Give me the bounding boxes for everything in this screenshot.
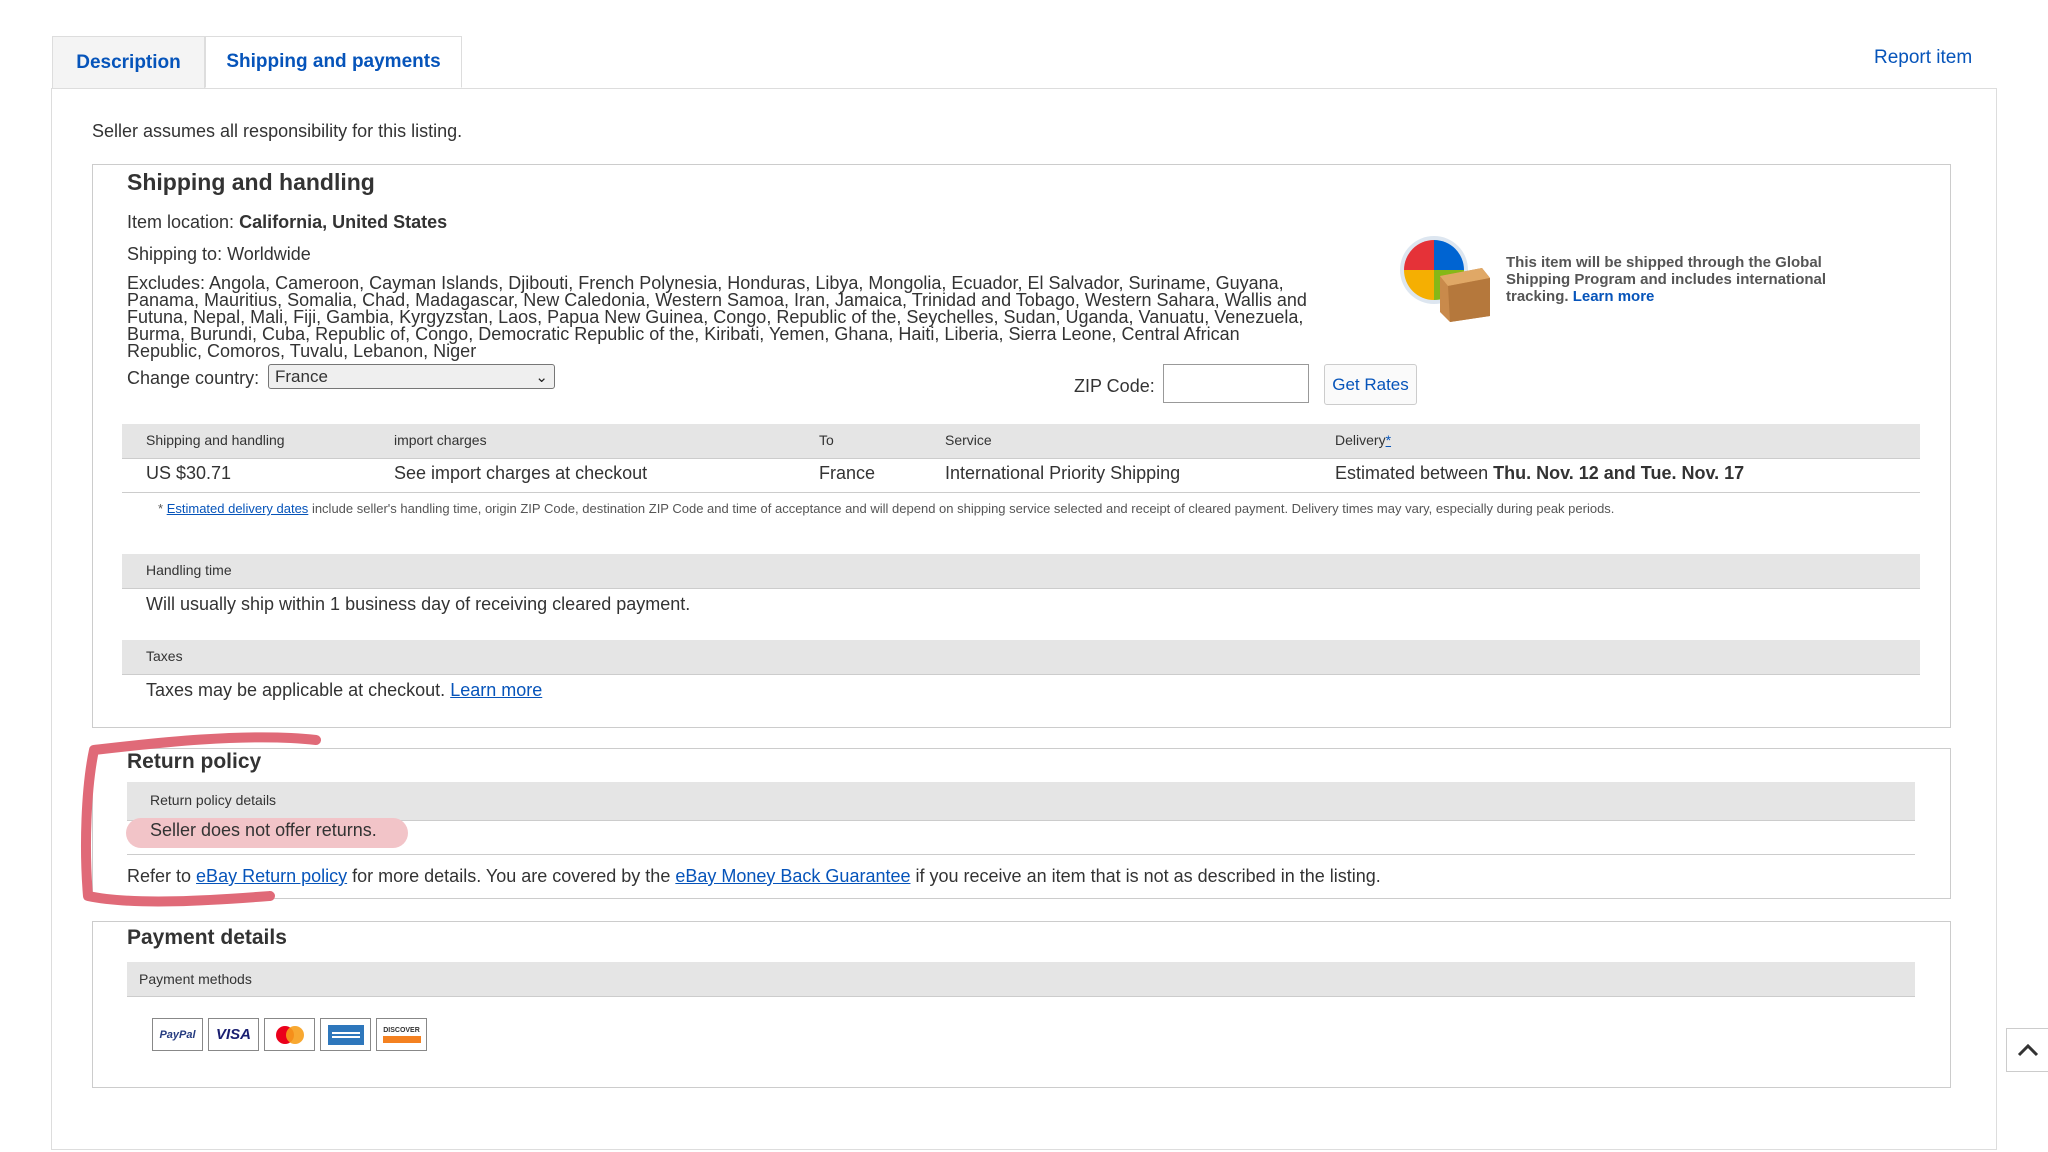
tab-shipping-and-payments[interactable]: Shipping and payments bbox=[205, 36, 462, 88]
gsp-line-text: tracking. bbox=[1506, 288, 1569, 305]
col-shipping-handling: Shipping and handling bbox=[146, 432, 285, 448]
item-location-value: California, United States bbox=[239, 212, 448, 232]
gsp-learn-more-link[interactable]: Learn more bbox=[1573, 288, 1655, 305]
item-location: Item location: California, United States bbox=[127, 212, 447, 233]
seller-note: Seller assumes all responsibility for th… bbox=[92, 121, 463, 141]
refer-mid: for more details. You are covered by the bbox=[352, 866, 671, 886]
col-service: Service bbox=[945, 432, 992, 448]
taxes-text-body: Taxes may be applicable at checkout. bbox=[146, 680, 446, 700]
shipping-title: Shipping and handling bbox=[127, 169, 375, 195]
visa-icon: VISA bbox=[208, 1018, 259, 1051]
payment-methods-header: Payment methods bbox=[127, 962, 1915, 997]
taxes-text: Taxes may be applicable at checkout. Lea… bbox=[146, 680, 542, 701]
shipping-table-header: Shipping and handling import charges To … bbox=[122, 424, 1920, 459]
footnote-text: include seller's handling time, origin Z… bbox=[311, 501, 1615, 516]
get-rates-button[interactable]: Get Rates bbox=[1324, 364, 1417, 405]
chevron-down-icon: ⌄ bbox=[535, 369, 548, 386]
scroll-to-top-button[interactable] bbox=[2006, 1028, 2048, 1072]
delivery-footnote-mark[interactable]: * bbox=[1386, 432, 1391, 448]
taxes-learn-more-link[interactable]: Learn more bbox=[450, 680, 542, 700]
taxes-header: Taxes bbox=[122, 640, 1920, 675]
footnote-star: * bbox=[158, 501, 164, 516]
col-to: To bbox=[819, 432, 834, 448]
divider bbox=[127, 854, 1915, 855]
service: International Priority Shipping bbox=[945, 463, 1181, 483]
zip-code-input[interactable] bbox=[1163, 364, 1309, 403]
return-policy-details-header: Return policy details bbox=[127, 782, 1915, 821]
change-country-label: Change country: bbox=[127, 368, 260, 388]
col-delivery: Delivery* bbox=[1335, 432, 1391, 448]
country-select[interactable]: France ⌄ bbox=[268, 364, 555, 389]
discover-icon: DISCOVER bbox=[376, 1018, 427, 1051]
handling-time-text: Will usually ship within 1 business day … bbox=[146, 594, 691, 614]
estimated-delivery-dates-link[interactable]: Estimated delivery dates bbox=[167, 501, 309, 516]
annotation-bracket bbox=[81, 732, 321, 907]
destination: France bbox=[819, 463, 876, 483]
excludes-list: Excludes: Angola, Cameroon, Cayman Islan… bbox=[127, 274, 1357, 361]
shipping-to: Shipping to: Worldwide bbox=[127, 244, 311, 264]
import-charges: See import charges at checkout bbox=[394, 463, 648, 483]
excludes-line: Republic, Comoros, Tuvalu, Lebanon, Nige… bbox=[127, 341, 477, 361]
delivery-estimate: Estimated between Thu. Nov. 12 and Tue. … bbox=[1335, 463, 1744, 484]
delivery-prefix: Estimated between bbox=[1335, 463, 1489, 483]
zip-label: ZIP Code: bbox=[1074, 376, 1155, 396]
delivery-footnote: * Estimated delivery dates include selle… bbox=[158, 501, 1614, 516]
refer-suffix: if you receive an item that is not as de… bbox=[915, 866, 1381, 886]
col-delivery-label: Delivery bbox=[1335, 432, 1386, 448]
delivery-dates: Thu. Nov. 12 and Tue. Nov. 17 bbox=[1493, 463, 1745, 483]
item-location-label: Item location: bbox=[127, 212, 235, 232]
gsp-line: tracking. Learn more bbox=[1506, 288, 1826, 305]
payment-methods-label: Payment methods bbox=[139, 971, 252, 987]
amex-icon bbox=[320, 1018, 371, 1051]
tab-description[interactable]: Description bbox=[52, 36, 205, 88]
handling-time-header: Handling time bbox=[122, 554, 1920, 589]
col-import-charges: import charges bbox=[394, 432, 487, 448]
chevron-up-icon bbox=[2017, 1043, 2038, 1057]
handling-time-label: Handling time bbox=[146, 562, 232, 578]
discover-label: DISCOVER bbox=[383, 1026, 420, 1034]
global-shipping-icon bbox=[1396, 232, 1492, 322]
taxes-label: Taxes bbox=[146, 648, 183, 664]
global-shipping-text: This item will be shipped through the Gl… bbox=[1506, 254, 1826, 305]
country-select-value: France bbox=[275, 366, 328, 386]
gsp-line: Shipping Program and includes internatio… bbox=[1506, 271, 1827, 288]
table-row: US $30.71 See import charges at checkout… bbox=[122, 458, 1920, 493]
shipping-cost: US $30.71 bbox=[146, 463, 232, 483]
ebay-money-back-guarantee-link[interactable]: eBay Money Back Guarantee bbox=[675, 866, 910, 886]
payment-section bbox=[92, 921, 1951, 1088]
discover-stripe bbox=[382, 1035, 421, 1043]
report-item-link[interactable]: Report item bbox=[1874, 47, 1972, 69]
mastercard-icon bbox=[264, 1018, 315, 1051]
paypal-icon: PayPal bbox=[152, 1018, 203, 1051]
payment-title: Payment details bbox=[127, 926, 287, 949]
gsp-line: This item will be shipped through the Gl… bbox=[1506, 254, 1822, 271]
